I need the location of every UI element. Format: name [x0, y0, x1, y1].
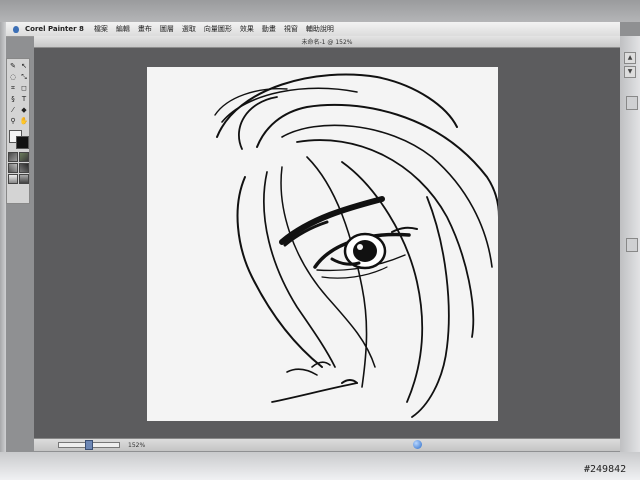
magnifier-icon[interactable]: ⚲: [8, 116, 18, 126]
photo-watermark: #249842: [584, 464, 627, 475]
secondary-color-swatch[interactable]: [16, 136, 29, 149]
document-title-bar[interactable]: 未命名-1 @ 152%: [34, 36, 620, 48]
crop-icon[interactable]: ⌗: [8, 83, 18, 93]
transform-icon[interactable]: ⤡: [19, 72, 29, 82]
apple-menu-icon[interactable]: [12, 25, 19, 33]
menu-edit[interactable]: 編輯: [116, 24, 130, 34]
layer-adjuster-icon[interactable]: ↖: [19, 61, 29, 71]
zoom-level: 152%: [128, 441, 146, 449]
brush-tool-icon[interactable]: ✎: [8, 61, 18, 71]
paint-bucket-icon[interactable]: ◆: [19, 105, 29, 115]
document-title: 未命名-1 @ 152%: [301, 39, 353, 46]
menu-movie[interactable]: 動畫: [262, 24, 276, 34]
text-icon[interactable]: T: [19, 94, 29, 104]
desktop-drive-icon[interactable]: [626, 96, 638, 110]
weaving-selector-icon[interactable]: [19, 163, 29, 173]
menu-effects[interactable]: 效果: [240, 24, 254, 34]
sketch-artwork: [214, 73, 498, 418]
menu-bar: Corel Painter 8 檔案 編輯 畫布 圖層 選取 向量圖形 效果 動…: [6, 22, 620, 37]
menu-layers[interactable]: 圖層: [160, 24, 174, 34]
menu-help[interactable]: 輔助說明: [306, 24, 334, 34]
look-selector-icon[interactable]: [8, 174, 18, 184]
horizontal-scroll-thumb[interactable]: [413, 440, 422, 449]
lasso-icon[interactable]: ◌: [8, 72, 18, 82]
zoom-slider[interactable]: [58, 440, 120, 450]
drawing-canvas[interactable]: [147, 67, 498, 421]
nozzle-selector-icon[interactable]: [19, 174, 29, 184]
status-bar: 152%: [34, 438, 620, 451]
scroll-down-arrow-icon[interactable]: ▼: [624, 66, 636, 78]
menu-window[interactable]: 視窗: [284, 24, 298, 34]
zoom-slider-thumb[interactable]: [85, 440, 93, 450]
menu-file[interactable]: 檔案: [94, 24, 108, 34]
paper-selector-icon[interactable]: [8, 152, 18, 162]
app-menu[interactable]: Corel Painter 8: [25, 25, 84, 33]
toolbox: ✎ ↖ ◌ ⤡ ⌗ ◻ § T ⁄ ◆ ⚲ ✋: [6, 58, 30, 204]
shape-icon[interactable]: ◻: [19, 83, 29, 93]
monitor-bezel-bottom: [0, 452, 640, 480]
color-swatches[interactable]: [9, 130, 29, 150]
scroll-up-arrow-icon[interactable]: ▲: [624, 52, 636, 64]
pattern-selector-icon[interactable]: [8, 163, 18, 173]
pen-icon[interactable]: §: [8, 94, 18, 104]
gradient-selector-icon[interactable]: [19, 152, 29, 162]
grabber-icon[interactable]: ✋: [19, 116, 29, 126]
menu-canvas[interactable]: 畫布: [138, 24, 152, 34]
dropper-icon[interactable]: ⁄: [8, 105, 18, 115]
monitor-bezel-top: [0, 0, 640, 22]
menu-shapes[interactable]: 向量圖形: [204, 24, 232, 34]
menu-select[interactable]: 選取: [182, 24, 196, 34]
desktop-folder-icon[interactable]: [626, 238, 638, 252]
